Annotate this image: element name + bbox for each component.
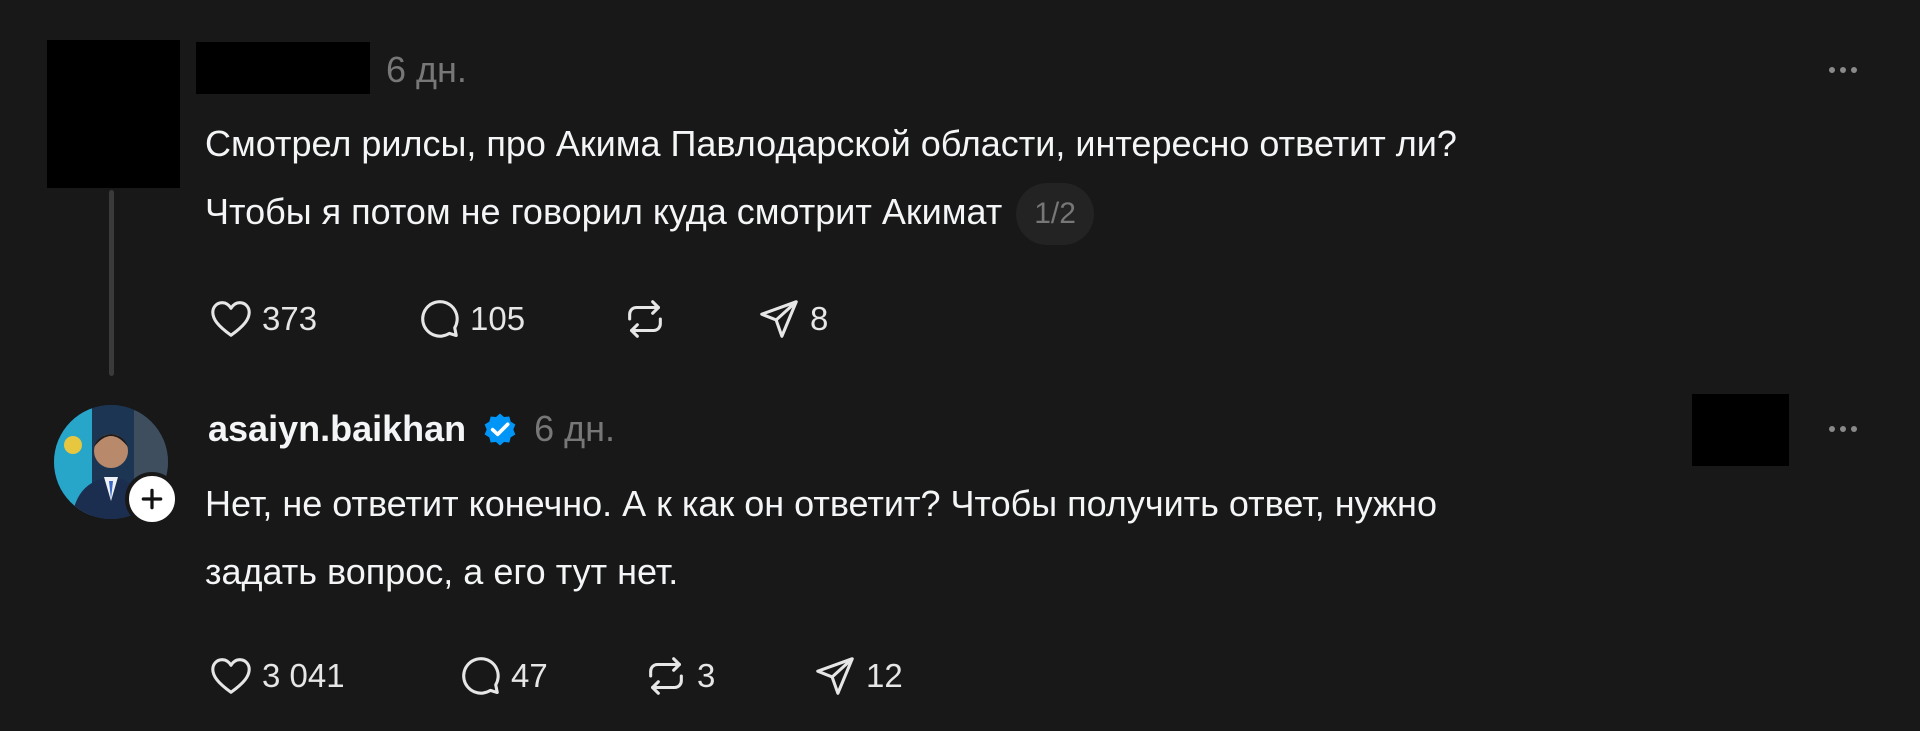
username[interactable]: asaiyn.baikhan	[208, 408, 466, 450]
verified-badge-icon	[480, 409, 520, 449]
send-icon	[816, 657, 854, 695]
like-button[interactable]: 3 041	[208, 652, 345, 700]
share-count: 8	[810, 300, 829, 337]
thread-connector-line	[109, 190, 114, 376]
repost-button[interactable]: 3	[643, 652, 715, 700]
post-text-line-content: Чтобы я потом не говорил куда смотрит Ак…	[205, 191, 1003, 232]
speech-bubble-icon	[421, 300, 459, 338]
carousel-pager-badge: 1/2	[1016, 183, 1094, 246]
share-button[interactable]: 8	[756, 295, 828, 343]
share-button[interactable]: 12	[812, 652, 903, 700]
more-options-button[interactable]	[1829, 426, 1857, 432]
post-text-line: Нет, не ответит конечно. А к как он отве…	[205, 483, 1437, 524]
redacted-username[interactable]	[196, 42, 370, 94]
reply-count: 47	[511, 657, 548, 694]
share-count: 12	[866, 657, 903, 694]
post-body: Смотрел рилсы, про Акима Павлодарской об…	[205, 110, 1457, 246]
like-button[interactable]: 373	[208, 295, 317, 343]
reply-count: 105	[470, 300, 526, 337]
reply-button[interactable]: 105	[416, 295, 525, 343]
reply-button[interactable]: 47	[457, 652, 548, 700]
repost-icon	[649, 657, 683, 695]
post-body: Нет, не ответит конечно. А к как он отве…	[205, 470, 1437, 606]
thread-view: 6 дн. Смотрел рилсы, про Акима Павлодарс…	[0, 0, 1920, 731]
more-icon	[1829, 67, 1835, 73]
redacted-block	[1692, 394, 1789, 466]
redacted-avatar[interactable]	[47, 40, 180, 188]
speech-bubble-icon	[462, 657, 500, 695]
like-count: 373	[262, 300, 318, 337]
post-text-line: Чтобы я потом не говорил куда смотрит Ак…	[205, 178, 1457, 246]
more-icon	[1829, 426, 1835, 432]
post-timestamp[interactable]: 6 дн.	[386, 49, 467, 91]
plus-icon	[141, 488, 163, 510]
more-options-button[interactable]	[1829, 67, 1857, 73]
post-timestamp[interactable]: 6 дн.	[534, 408, 615, 450]
heart-icon	[211, 658, 251, 694]
send-icon	[760, 300, 798, 338]
follow-button[interactable]	[125, 472, 179, 526]
repost-icon	[628, 300, 662, 338]
repost-button[interactable]	[622, 295, 668, 343]
post-text-line: Смотрел рилсы, про Акима Павлодарской об…	[205, 123, 1457, 164]
post-text-line: задать вопрос, а его тут нет.	[205, 551, 679, 592]
like-count: 3 041	[262, 657, 345, 694]
heart-icon	[211, 301, 251, 337]
post-header: asaiyn.baikhan 6 дн.	[208, 408, 615, 450]
repost-count: 3	[697, 657, 716, 694]
